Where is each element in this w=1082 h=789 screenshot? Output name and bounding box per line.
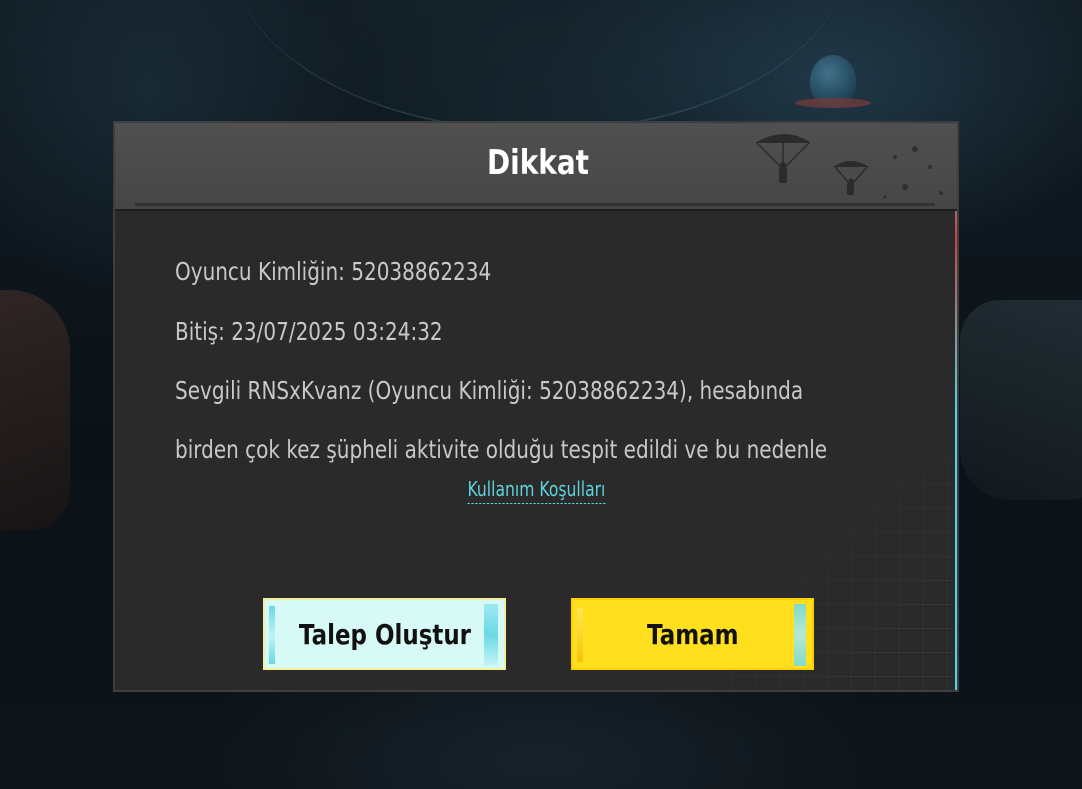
ok-button[interactable]: Tamam	[571, 598, 814, 670]
background-vehicle-right	[960, 300, 1082, 500]
background-character-left	[0, 290, 70, 530]
dialog-title: Dikkat	[487, 143, 589, 183]
dialog-header: Dikkat	[115, 123, 957, 211]
game-background: Dikkat Oyuncu Kimliğin: 52038862234 Biti…	[0, 0, 1082, 789]
background-platform	[795, 98, 871, 108]
message-line-2: birden çok kez şüpheli aktivite olduğu t…	[175, 435, 828, 464]
warning-dialog: Dikkat Oyuncu Kimliğin: 52038862234 Biti…	[113, 121, 959, 692]
terms-of-use-link[interactable]: Kullanım Koşulları	[467, 477, 605, 504]
player-id-text: Oyuncu Kimliğin: 52038862234	[175, 257, 492, 286]
create-ticket-label: Talep Oluştur	[298, 617, 471, 651]
terms-link-container: Kullanım Koşulları	[113, 477, 959, 504]
create-ticket-button[interactable]: Talep Oluştur	[263, 598, 506, 670]
background-planet	[230, 0, 850, 132]
ok-label: Tamam	[646, 617, 739, 651]
expiry-text: Bitiş: 23/07/2025 03:24:32	[175, 317, 443, 346]
message-line-1: Sevgili RNSxKvanz (Oyuncu Kimliği: 52038…	[175, 376, 804, 405]
